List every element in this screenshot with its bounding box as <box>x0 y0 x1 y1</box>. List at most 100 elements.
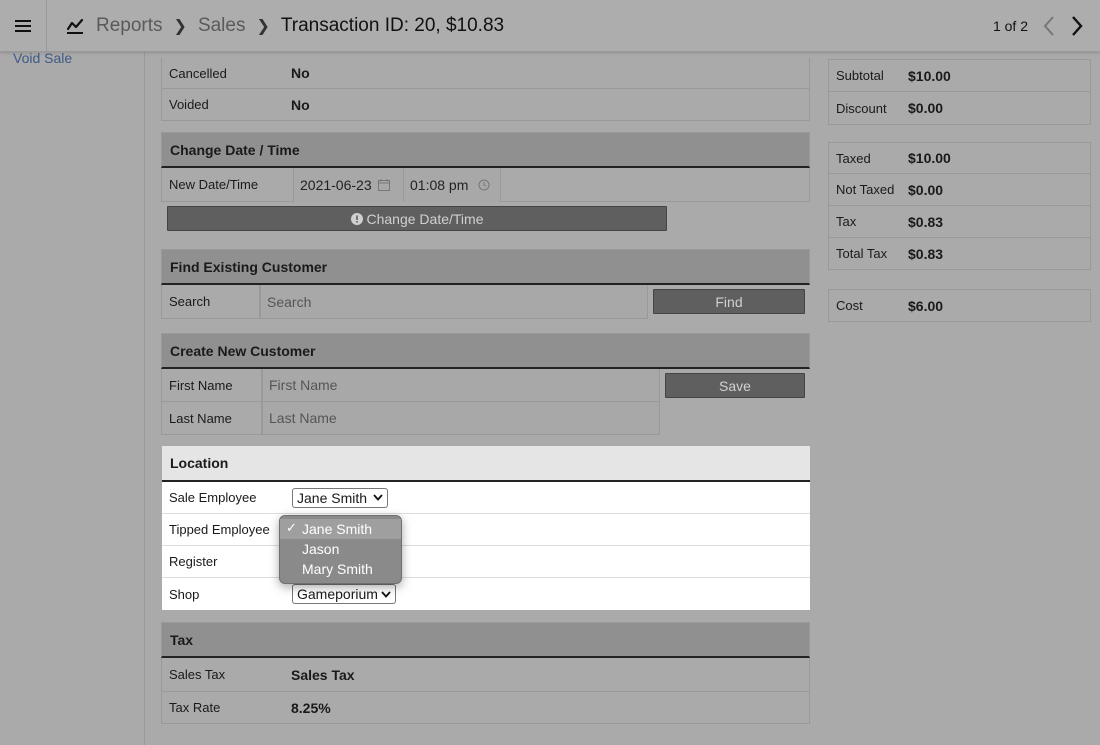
shop-value: Gameporium <box>297 586 378 602</box>
tax-rate-value: 8.25% <box>291 699 331 716</box>
pager-label: 1 of 2 <box>992 18 1028 34</box>
sales-tax-label: Sales Tax <box>169 667 226 682</box>
discount-row: Discount $0.00 <box>828 92 1091 125</box>
breadcrumb-sales[interactable]: Sales <box>198 15 246 37</box>
first-name-input[interactable]: First Name <box>262 369 660 402</box>
change-date-button[interactable]: Change Date/Time <box>167 206 667 231</box>
dropdown-option-mary-smith[interactable]: Mary Smith <box>280 559 401 579</box>
breadcrumb: Reports ❯ Sales ❯ Transaction ID: 20, $1… <box>66 0 504 52</box>
search-label: Search <box>161 285 260 319</box>
taxed-value: $10.00 <box>908 150 951 166</box>
location-body: Sale Employee Jane Smith Tipped Employee… <box>162 482 810 610</box>
tax-label: Tax <box>836 214 857 229</box>
total-tax-value: $0.83 <box>908 245 944 262</box>
chevron-down-icon <box>381 590 391 598</box>
taxed-row: Taxed $10.00 <box>828 142 1091 174</box>
date-input[interactable]: 2021-06-23 <box>293 167 404 202</box>
subtotal-label: Subtotal <box>836 68 884 83</box>
create-customer-panel: Create New Customer First Name First Nam… <box>161 333 810 435</box>
not-taxed-label: Not Taxed <box>836 182 895 197</box>
option-label: Mary Smith <box>302 561 373 577</box>
search-input[interactable]: Search <box>260 285 648 319</box>
cost-row: Cost $6.00 <box>828 289 1091 322</box>
chevron-down-icon <box>373 494 383 501</box>
exclamation-icon <box>350 212 363 225</box>
voided-value: No <box>291 96 310 113</box>
discount-label: Discount <box>836 100 887 116</box>
not-taxed-value: $0.00 <box>908 181 944 198</box>
pager: 1 of 2 <box>993 0 1084 52</box>
sale-employee-row: Sale Employee Jane Smith <box>162 482 810 514</box>
page-title: Transaction ID: 20, $10.83 <box>280 15 505 36</box>
tax-header: Tax <box>161 622 810 658</box>
cancelled-value: No <box>291 65 310 81</box>
tipped-employee-label: Tipped Employee <box>169 522 270 537</box>
last-name-input[interactable]: Last Name <box>262 402 660 435</box>
tipped-employee-row: Tipped Employee <box>162 514 810 546</box>
sales-tax-value: Sales Tax <box>291 666 355 683</box>
chevron-right-icon: ❯ <box>256 18 270 35</box>
change-date-button-label: Change Date/Time <box>366 210 484 227</box>
dropdown-option-jason[interactable]: Jason <box>280 539 401 559</box>
find-button[interactable]: Find <box>653 289 805 314</box>
total-tax-row: Total Tax $0.83 <box>828 238 1091 270</box>
summary-group-cost: Cost $6.00 <box>828 289 1091 322</box>
dropdown-option-jane-smith[interactable]: ✓ Jane Smith <box>280 519 401 539</box>
status-row-cancelled: Cancelled No <box>161 58 810 89</box>
sidebar: Void Sale <box>0 50 145 745</box>
status-panel: Cancelled No Voided No <box>161 58 810 121</box>
sales-tax-row: Sales Tax Sales Tax <box>161 658 810 692</box>
location-panel: Location Sale Employee Jane Smith Tipped… <box>162 446 810 610</box>
cancelled-label: Cancelled <box>169 65 227 81</box>
tax-row: Tax $0.83 <box>828 206 1091 238</box>
shop-label: Shop <box>169 586 200 602</box>
cost-label: Cost <box>836 298 863 313</box>
last-name-row: Last Name Last Name <box>161 402 810 435</box>
breadcrumb-reports[interactable]: Reports <box>96 15 163 37</box>
option-label: Jason <box>302 541 340 557</box>
shop-select[interactable]: Gameporium <box>292 584 396 604</box>
find-customer-header: Find Existing Customer <box>161 249 810 285</box>
subtotal-value: $10.00 <box>908 67 951 84</box>
option-label: Jane Smith <box>302 521 373 537</box>
tax-panel: Tax Sales Tax Sales Tax Tax Rate 8.25% <box>161 622 810 724</box>
tax-value: $0.83 <box>908 213 944 230</box>
summary-group-totals: Subtotal $10.00 Discount $0.00 <box>828 59 1091 125</box>
time-value: 01:08 pm <box>410 176 469 193</box>
chevron-right-icon: ❯ <box>173 18 187 35</box>
first-name-label: First Name <box>161 369 262 402</box>
cost-value: $6.00 <box>908 297 944 314</box>
create-customer-header: Create New Customer <box>161 333 810 369</box>
status-row-voided: Voided No <box>161 89 810 121</box>
sale-employee-value: Jane Smith <box>297 489 368 506</box>
next-arrow-icon[interactable] <box>1070 15 1084 37</box>
change-date-panel: Change Date / Time New Date/Time 2021-06… <box>161 132 810 231</box>
voided-label: Voided <box>169 97 209 112</box>
not-taxed-row: Not Taxed $0.00 <box>828 174 1091 206</box>
sale-employee-label: Sale Employee <box>169 490 257 505</box>
discount-value: $0.00 <box>908 100 944 116</box>
subtotal-row: Subtotal $10.00 <box>828 59 1091 92</box>
save-button[interactable]: Save <box>665 373 805 398</box>
total-tax-label: Total Tax <box>836 246 888 261</box>
void-sale-link[interactable]: Void Sale <box>13 50 72 66</box>
taxed-label: Taxed <box>836 150 871 166</box>
checkmark-icon: ✓ <box>286 520 297 535</box>
tax-rate-label: Tax Rate <box>169 700 221 715</box>
time-input[interactable]: 01:08 pm <box>404 167 501 202</box>
tipped-employee-dropdown: ✓ Jane Smith Jason Mary Smith <box>279 515 402 584</box>
register-label: Register <box>169 554 218 569</box>
sale-employee-select[interactable]: Jane Smith <box>292 487 389 508</box>
register-row: Register <box>162 546 810 578</box>
chart-line-icon <box>66 18 84 34</box>
calendar-icon <box>377 178 390 191</box>
tax-rate-row: Tax Rate 8.25% <box>161 692 810 724</box>
clock-icon <box>478 179 490 191</box>
new-date-label: New Date/Time <box>169 177 259 192</box>
summary-group-tax: Taxed $10.00 Not Taxed $0.00 Tax $0.83 T… <box>828 142 1091 270</box>
find-customer-panel: Find Existing Customer Search Search Fin… <box>161 249 810 319</box>
previous-arrow-icon[interactable] <box>1042 15 1056 37</box>
menu-button[interactable] <box>0 0 47 52</box>
last-name-label: Last Name <box>161 402 262 435</box>
change-date-header: Change Date / Time <box>161 132 810 168</box>
